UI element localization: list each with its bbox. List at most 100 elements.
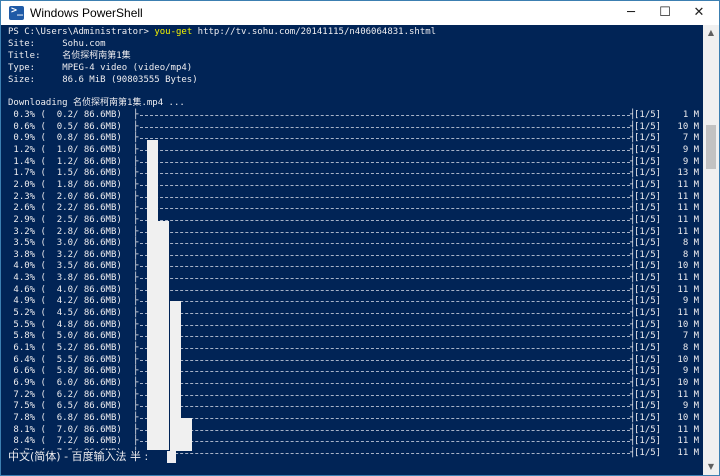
progress-bar-start: ├ [133,168,139,179]
minimize-button[interactable]: ─ [615,1,647,25]
progress-bar-track [140,278,630,280]
info-value: MPEG-4 video (video/mp4) [62,63,193,73]
progress-bar-start: ├ [133,412,139,423]
progress-bar-start: ├ [133,424,139,435]
progress-percent: 4.0% ( 3.5/ 86.6MB) [8,261,122,272]
progress-bar-start: ├ [133,436,139,447]
progress-bar-track [140,394,630,396]
progress-count: [1/5] [634,133,662,144]
progress-bar-track [140,126,630,128]
powershell-icon: >_ [9,5,24,20]
progress-bar-start: ├ [133,121,139,132]
progress-speed: 11 M [672,203,700,214]
progress-bar-start: ├ [133,249,139,260]
progress-speed: 10 M [672,412,700,423]
render-artifact [158,221,169,451]
progress-row: 6.1% ( 5.2/ 86.6MB) ├ ┤ [1/5] 8 M [8,342,700,354]
info-title: Title: 名侦探柯南第1集 [8,50,131,62]
info-type: Type: MPEG-4 video (video/mp4) [8,62,192,74]
command-args: http://tv.sohu.com/20141115/n406064831.s… [192,27,437,37]
progress-percent: 6.1% ( 5.2/ 86.6MB) [8,343,122,353]
progress-bar-start: ├ [133,296,139,307]
progress-row: 4.9% ( 4.2/ 86.6MB) ├ ┤ [1/5] 9 M [8,295,700,307]
close-button[interactable]: ✕ [683,1,715,25]
progress-count: [1/5] [634,203,662,214]
scroll-up-icon[interactable]: ▲ [703,25,719,41]
progress-row: 5.8% ( 5.0/ 86.6MB) ├ ┤ [1/5] 7 M [8,330,700,342]
progress-count: [1/5] [634,249,662,260]
progress-count: [1/5] [634,191,662,202]
scroll-thumb[interactable] [706,125,716,169]
console-output[interactable]: PS C:\Users\Administrator> you-get http:… [1,25,703,475]
progress-percent: 6.6% ( 5.8/ 86.6MB) [8,366,122,377]
progress-bar-track [140,429,630,431]
progress-count: [1/5] [634,179,662,190]
progress-count: [1/5] [634,273,662,284]
progress-speed: 7 M [672,331,700,342]
progress-row: 7.2% ( 6.2/ 86.6MB) ├ ┤ [1/5] 11 M [8,389,700,401]
progress-speed: 8 M [672,343,700,353]
scroll-down-icon[interactable]: ▼ [703,459,719,475]
progress-count: [1/5] [634,447,662,458]
progress-bar-start: ├ [133,354,139,365]
progress-bar-track [140,359,630,361]
progress-row: 6.4% ( 5.5/ 86.6MB) ├ ┤ [1/5] 10 M [8,354,700,366]
progress-speed: 8 M [672,249,700,260]
progress-count: [1/5] [634,168,662,179]
progress-bar-start: ├ [133,156,139,167]
progress-count: [1/5] [634,121,662,132]
progress-row: 8.1% ( 7.0/ 86.6MB) ├ ┤ [1/5] 11 M [8,424,700,436]
progress-bar-start: ├ [133,133,139,144]
progress-count: [1/5] [634,424,662,435]
progress-count: [1/5] [634,284,662,295]
progress-bar-start: ├ [133,401,139,412]
progress-bar-start: ├ [133,343,139,353]
progress-count: [1/5] [634,319,662,330]
progress-percent: 1.7% ( 1.5/ 86.6MB) [8,168,122,179]
progress-speed: 10 M [672,319,700,330]
progress-percent: 4.3% ( 3.8/ 86.6MB) [8,273,122,284]
progress-speed: 11 M [672,191,700,202]
progress-bar-track [140,301,630,303]
progress-bar-start: ├ [133,273,139,284]
info-value: 名侦探柯南第1集 [62,51,131,61]
progress-percent: 0.9% ( 0.8/ 86.6MB) [8,133,122,144]
progress-bar-start: ├ [133,366,139,377]
progress-row: 2.6% ( 2.2/ 86.6MB) ├ ┤ [1/5] 11 M [8,202,700,214]
progress-percent: 4.6% ( 4.0/ 86.6MB) [8,284,122,295]
info-key: Site: [8,39,63,49]
progress-percent: 8.1% ( 7.0/ 86.6MB) [8,424,122,435]
progress-speed: 1 M [672,110,700,120]
progress-percent: 1.4% ( 1.2/ 86.6MB) [8,156,122,167]
progress-bar-track [140,324,630,326]
progress-bar-track [140,184,630,186]
progress-bar-track [140,149,630,151]
progress-percent: 0.6% ( 0.5/ 86.6MB) [8,121,122,132]
progress-speed: 11 M [672,436,700,447]
progress-row: 3.5% ( 3.0/ 86.6MB) ├ ┤ [1/5] 8 M [8,237,700,249]
progress-count: [1/5] [634,389,662,400]
progress-speed: 11 M [672,308,700,319]
progress-percent: 3.8% ( 3.2/ 86.6MB) [8,249,122,260]
progress-row: 4.3% ( 3.8/ 86.6MB) ├ ┤ [1/5] 11 M [8,272,700,284]
vertical-scrollbar[interactable]: ▲ ▼ [703,25,719,475]
progress-percent: 5.5% ( 4.8/ 86.6MB) [8,319,122,330]
info-size: Size: 86.6 MiB (90803555 Bytes) [8,74,198,86]
info-key: Size: [8,75,63,85]
progress-speed: 10 M [672,354,700,365]
title-bar[interactable]: >_ Windows PowerShell ─ ☐ ✕ [1,1,719,25]
progress-row: 0.3% ( 0.2/ 86.6MB) ├ ┤ [1/5] 1 M [8,109,700,121]
progress-count: [1/5] [634,308,662,319]
maximize-button[interactable]: ☐ [649,1,681,25]
progress-speed: 8 M [672,238,700,249]
progress-count: [1/5] [634,261,662,272]
progress-bar-track [140,336,630,338]
progress-count: [1/5] [634,110,662,120]
progress-bar-start: ├ [133,238,139,249]
info-key: Title: [8,51,63,61]
progress-speed: 11 M [672,389,700,400]
progress-bar-track [140,382,630,384]
downloading-line: Downloading 名侦探柯南第1集.mp4 ... [8,98,185,108]
progress-row: 6.9% ( 6.0/ 86.6MB) ├ ┤ [1/5] 10 M [8,377,700,389]
progress-speed: 9 M [672,296,700,307]
